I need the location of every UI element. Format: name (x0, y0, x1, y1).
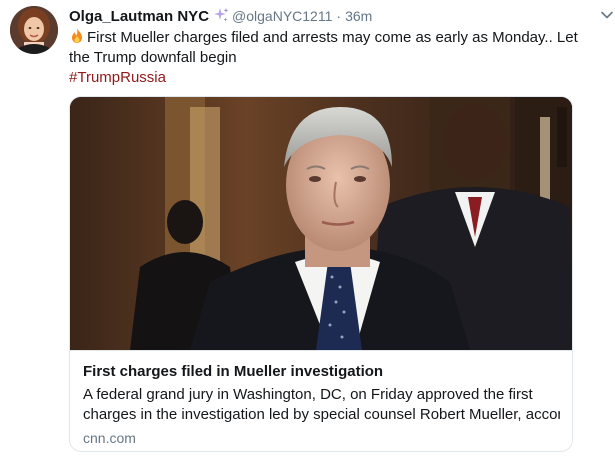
card-description: A federal grand jury in Washington, DC, … (83, 385, 560, 425)
card-title[interactable]: First charges filed in Mueller investiga… (83, 362, 560, 381)
tweet-text-line-2: the Trump downfall begin (69, 49, 237, 66)
tweet-content: Olga_Lautman NYC @olgaNYC1211 · 36m Firs… (69, 5, 613, 88)
sparkles-icon (213, 7, 229, 23)
avatar[interactable] (10, 6, 58, 54)
user-handle[interactable]: @olgaNYC1211 (232, 8, 332, 24)
separator-dot: · (336, 8, 342, 24)
card-description-line-1: A federal grand jury in Washington, DC, … (83, 386, 533, 403)
tweet-text-line-1: First Mueller charges filed and arrests … (87, 29, 578, 46)
tweet-text: First Mueller charges filed and arrests … (69, 27, 589, 88)
card-description-line-2: charges in the investigation led by spec… (83, 406, 560, 423)
photo-icon (70, 97, 572, 350)
link-card[interactable]: First charges filed in Mueller investiga… (69, 96, 573, 452)
card-image[interactable] (70, 97, 572, 350)
timestamp[interactable]: 36m (345, 8, 372, 24)
tweet[interactable]: Olga_Lautman NYC @olgaNYC1211 · 36m Firs… (0, 0, 615, 466)
hashtag-link[interactable]: #TrumpRussia (69, 68, 589, 88)
display-name[interactable]: Olga_Lautman NYC (69, 8, 209, 25)
chevron-down-icon[interactable] (600, 8, 614, 22)
fire-icon (69, 27, 85, 44)
card-domain[interactable]: cnn.com (83, 430, 560, 446)
card-body[interactable]: First charges filed in Mueller investiga… (70, 350, 572, 451)
tweet-header: Olga_Lautman NYC @olgaNYC1211 · 36m (69, 5, 613, 25)
